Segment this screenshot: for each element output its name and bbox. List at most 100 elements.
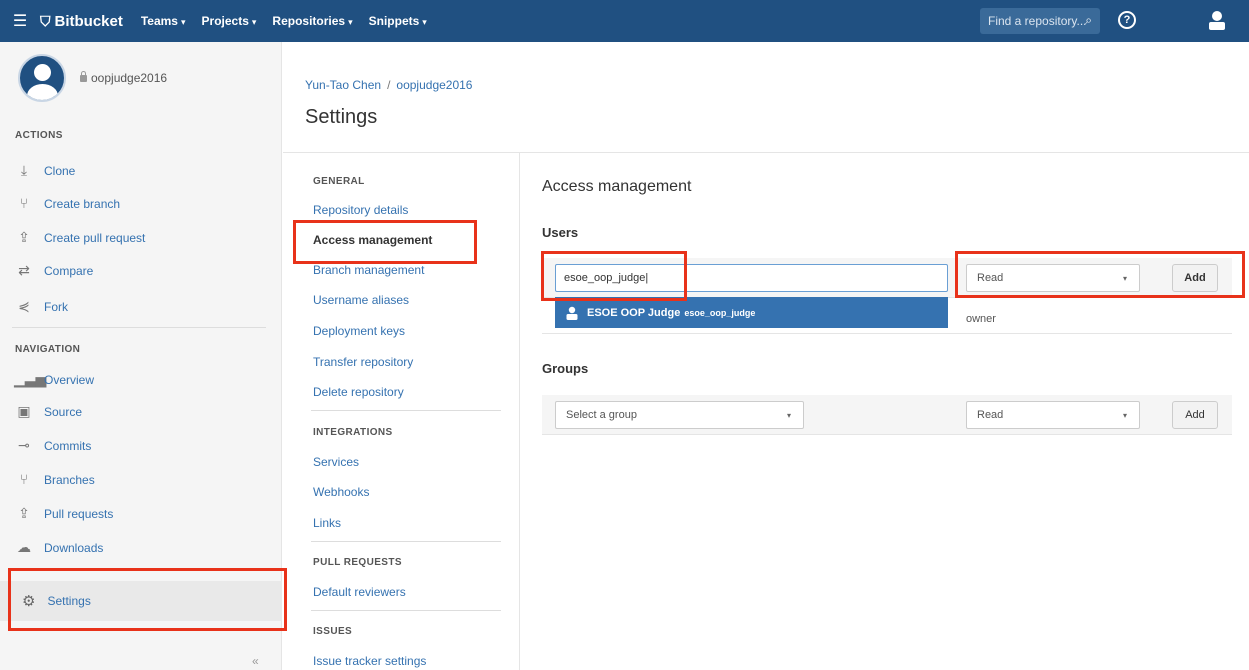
nav-snippets[interactable]: Snippets ▾ xyxy=(369,14,427,28)
group-permission-select[interactable]: Read ▾ xyxy=(966,401,1140,429)
clone-icon: ⤓ xyxy=(20,163,28,179)
sidebar-item-label: Downloads xyxy=(44,541,104,555)
nav-branch-management[interactable]: Branch management xyxy=(313,263,424,277)
sidebar-item-label: Pull requests xyxy=(44,507,114,521)
branches-icon: ⑂ xyxy=(19,472,29,488)
nav-access-management[interactable]: Access management xyxy=(313,233,432,247)
repository-search-input[interactable]: Find a repository... ⌕ xyxy=(980,8,1100,34)
nav-repositories[interactable]: Repositories ▾ xyxy=(272,14,352,28)
sidebar-item-label: Fork xyxy=(44,300,68,314)
sidebar-item-fork[interactable]: ⋞ Fork xyxy=(14,295,264,319)
bitbucket-logo[interactable]: ⛉ Bitbucket xyxy=(40,13,123,30)
issues-heading: ISSUES xyxy=(313,626,353,637)
suggestion-display-name: ESOE OOP Judge xyxy=(587,306,681,319)
breadcrumb-owner-link[interactable]: Yun-Tao Chen xyxy=(305,78,381,92)
integrations-heading: INTEGRATIONS xyxy=(313,427,393,438)
sidebar-item-commits[interactable]: ⊸ Commits xyxy=(14,434,264,458)
nav-teams-label: Teams xyxy=(140,14,178,28)
nav-delete-repository[interactable]: Delete repository xyxy=(313,385,404,399)
sidebar-item-label: Source xyxy=(44,405,83,419)
nav-username-aliases[interactable]: Username aliases xyxy=(313,293,409,307)
source-icon: ▣ xyxy=(17,404,31,420)
commits-icon: ⊸ xyxy=(18,438,30,454)
add-user-button[interactable]: Add xyxy=(1172,264,1218,292)
users-heading: Users xyxy=(542,225,579,240)
sidebar-item-settings[interactable]: ⚙ Settings xyxy=(0,581,282,621)
sidebar-item-create-pull-request[interactable]: ⇪ Create pull request xyxy=(14,226,264,250)
nav-default-reviewers[interactable]: Default reviewers xyxy=(313,585,406,599)
nav-repositories-label: Repositories xyxy=(272,14,346,28)
gear-icon: ⚙ xyxy=(22,592,36,610)
nav-teams[interactable]: Teams ▾ xyxy=(141,14,186,28)
user-profile-icon[interactable] xyxy=(1207,10,1227,30)
breadcrumb: Yun-Tao Chen / oopjudge2016 xyxy=(305,78,472,92)
sidebar-item-pull-requests[interactable]: ⇪ Pull requests xyxy=(14,502,264,526)
add-group-button[interactable]: Add xyxy=(1172,401,1218,429)
sidebar-item-label: Create pull request xyxy=(44,231,146,245)
nav-webhooks[interactable]: Webhooks xyxy=(313,485,369,499)
chevron-down-icon: ▾ xyxy=(1122,274,1127,283)
chevron-down-icon: ▾ xyxy=(348,17,353,27)
breadcrumb-repo-link[interactable]: oopjudge2016 xyxy=(396,78,472,92)
user-suggestion-item[interactable]: ESOE OOP Judge esoe_oop_judge xyxy=(555,297,948,328)
pull-requests-heading: PULL REQUESTS xyxy=(313,557,402,568)
user-permission-select[interactable]: Read ▾ xyxy=(966,264,1140,292)
sidebar-item-source[interactable]: ▣ Source xyxy=(14,400,264,424)
panel-title: Access management xyxy=(542,178,692,195)
settings-navigation: GENERAL Repository details Access manage… xyxy=(283,153,520,670)
repo-avatar[interactable] xyxy=(18,54,66,102)
nav-divider xyxy=(311,541,501,542)
brand-name: Bitbucket xyxy=(54,12,123,30)
menu-icon[interactable]: ☰ xyxy=(0,0,40,42)
group-permission-value: Read xyxy=(977,409,1004,421)
suggestion-username: esoe_oop_judge xyxy=(684,307,756,318)
nav-repository-details[interactable]: Repository details xyxy=(313,203,408,217)
sidebar-item-clone[interactable]: ⤓ Clone xyxy=(14,159,264,183)
chevron-down-icon: ▾ xyxy=(251,17,257,27)
owner-permission-label: owner xyxy=(966,313,996,325)
sidebar-item-label: Create branch xyxy=(44,197,121,211)
help-icon[interactable]: ? xyxy=(1118,11,1136,29)
pull-request-icon: ⇪ xyxy=(18,230,30,246)
sidebar-item-label: Commits xyxy=(44,439,92,453)
sidebar-item-overview[interactable]: ▁▃▅ Overview xyxy=(14,368,264,392)
collapse-sidebar-icon[interactable]: « xyxy=(252,654,259,668)
group-select-value: Select a group xyxy=(566,409,637,421)
nav-projects[interactable]: Projects ▾ xyxy=(202,14,257,28)
nav-services[interactable]: Services xyxy=(313,455,359,469)
page-title: Settings xyxy=(305,106,378,128)
sidebar-item-downloads[interactable]: ☁ Downloads xyxy=(14,536,264,560)
chevron-down-icon: ▾ xyxy=(1122,411,1127,420)
user-search-input[interactable]: esoe_oop_judge | xyxy=(555,264,948,292)
nav-links[interactable]: Links xyxy=(313,516,341,530)
nav-transfer-repository[interactable]: Transfer repository xyxy=(313,355,413,369)
search-icon[interactable]: ⌕ xyxy=(1085,13,1092,28)
chevron-down-icon: ▾ xyxy=(422,17,427,27)
nav-issue-tracker-settings[interactable]: Issue tracker settings xyxy=(313,654,426,668)
overview-icon: ▁▃▅ xyxy=(14,372,47,388)
nav-deployment-keys[interactable]: Deployment keys xyxy=(313,324,405,338)
search-placeholder: Find a repository... xyxy=(988,14,1087,28)
nav-snippets-label: Snippets xyxy=(368,14,420,28)
user-icon xyxy=(566,306,578,320)
chevron-down-icon: ▾ xyxy=(786,411,791,420)
nav-divider xyxy=(311,410,501,411)
sidebar-item-branches[interactable]: ⑂ Branches xyxy=(14,468,264,492)
group-select[interactable]: Select a group ▾ xyxy=(555,401,804,429)
sidebar-item-compare[interactable]: ⇄ Compare xyxy=(14,259,264,283)
breadcrumb-separator: / xyxy=(387,78,391,92)
lock-icon xyxy=(80,70,87,82)
repo-name-label: oopjudge2016 xyxy=(91,71,168,85)
chevron-down-icon: ▾ xyxy=(180,17,186,27)
sidebar-item-label: Clone xyxy=(44,164,76,178)
sidebar-item-label: Branches xyxy=(44,473,95,487)
general-heading: GENERAL xyxy=(313,176,365,187)
sidebar-item-create-branch[interactable]: ⑂ Create branch xyxy=(14,192,264,216)
navigation-heading: NAVIGATION xyxy=(15,344,81,355)
user-search-value: esoe_oop_judge xyxy=(564,272,646,284)
nav-projects-label: Projects xyxy=(201,14,249,28)
groups-heading: Groups xyxy=(542,361,589,376)
repo-header: oopjudge2016 xyxy=(18,54,167,102)
repo-name[interactable]: oopjudge2016 xyxy=(80,70,168,85)
sidebar-item-label: Compare xyxy=(44,264,94,278)
